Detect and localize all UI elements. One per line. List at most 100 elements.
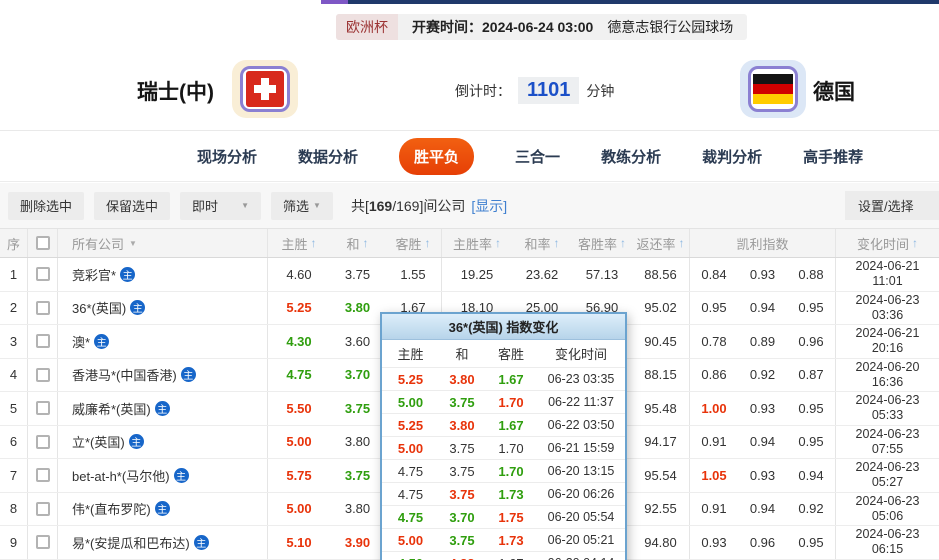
instant-dropdown[interactable]: 即时 ▼ bbox=[180, 192, 261, 220]
kelly-value: 0.87 bbox=[787, 359, 836, 392]
header-home-odds[interactable]: 主胜↑ bbox=[268, 229, 330, 257]
nav-tab[interactable]: 高手推荐 bbox=[803, 146, 863, 167]
popup-draw-odds: 3.75 bbox=[439, 533, 485, 548]
popup-home-odds: 4.50 bbox=[382, 556, 439, 560]
sort-asc-icon: ↑ bbox=[912, 236, 918, 250]
header-away-odds[interactable]: 客胜 ↑ bbox=[385, 229, 442, 257]
sort-asc-icon: ↑ bbox=[495, 236, 501, 250]
sort-asc-icon: ↑ bbox=[425, 236, 431, 250]
countdown-unit: 分钟 bbox=[586, 81, 614, 101]
popup-body: 5.253.801.6706-23 03:355.003.751.7006-22… bbox=[382, 367, 625, 560]
company-name: bet-at-h*(马尔他) bbox=[72, 466, 170, 485]
show-link[interactable]: [显示] bbox=[471, 196, 507, 216]
home-odds: 5.10 bbox=[268, 526, 330, 559]
row-checkbox[interactable] bbox=[36, 468, 50, 482]
chevron-down-icon: ▼ bbox=[241, 201, 249, 210]
chevron-down-icon: ▼ bbox=[313, 201, 321, 210]
popup-change-time: 06-23 03:35 bbox=[537, 372, 625, 386]
table-row[interactable]: 1竞彩官*主4.603.751.5519.2523.6257.1388.560.… bbox=[0, 258, 939, 292]
top-progress-purple bbox=[321, 0, 348, 4]
draw-odds: 3.80 bbox=[330, 292, 385, 325]
kelly-value: 0.94 bbox=[738, 426, 787, 459]
nav-tab[interactable]: 教练分析 bbox=[601, 146, 661, 167]
popup-home-odds: 5.00 bbox=[382, 533, 439, 548]
change-clock: 07:55 bbox=[872, 442, 903, 457]
company-name: 伟*(直布罗陀) bbox=[72, 499, 151, 518]
header-payout-label: 返还率 bbox=[636, 234, 675, 253]
nav-tab[interactable]: 现场分析 bbox=[197, 146, 257, 167]
header-home-label: 主胜 bbox=[281, 234, 307, 253]
nav-tab[interactable]: 裁判分析 bbox=[702, 146, 762, 167]
flag-frame bbox=[748, 66, 798, 112]
settings-button[interactable]: 设置/选择 bbox=[845, 191, 939, 220]
kelly-value: 0.91 bbox=[690, 493, 738, 526]
header-draw-odds[interactable]: 和↑ bbox=[330, 229, 385, 257]
row-checkbox[interactable] bbox=[36, 401, 50, 415]
sort-asc-icon: ↑ bbox=[554, 236, 560, 250]
popup-change-time: 06-21 15:59 bbox=[537, 441, 625, 455]
change-time: 2024-06-2305:33 bbox=[836, 392, 939, 425]
header-away-label: 客胜 bbox=[395, 234, 421, 253]
header-draw-rate-label: 和率 bbox=[524, 234, 550, 253]
row-checkbox[interactable] bbox=[36, 267, 50, 281]
header-company[interactable]: 所有公司 ▼ bbox=[58, 229, 268, 257]
kelly-value: 0.95 bbox=[787, 426, 836, 459]
home-odds: 4.60 bbox=[268, 258, 330, 291]
checkbox-cell bbox=[28, 392, 58, 425]
popup-home-odds: 5.00 bbox=[382, 395, 439, 410]
row-checkbox[interactable] bbox=[36, 368, 50, 382]
home-odds: 4.75 bbox=[268, 359, 330, 392]
switzerland-flag-icon bbox=[246, 71, 284, 107]
header-away-rate[interactable]: 客胜率↑ bbox=[572, 229, 632, 257]
row-index: 3 bbox=[0, 325, 28, 358]
header-kelly: 凯利指数 bbox=[690, 229, 836, 257]
main-company-badge-icon: 主 bbox=[94, 334, 109, 349]
header-payout-rate[interactable]: 返还率↑ bbox=[632, 229, 690, 257]
company-cell: 立*(英国)主 bbox=[58, 426, 268, 459]
change-date: 2024-06-23 bbox=[856, 460, 920, 475]
select-all-checkbox[interactable] bbox=[36, 236, 50, 250]
change-time: 2024-06-2016:36 bbox=[836, 359, 939, 392]
header-draw-rate[interactable]: 和率 ↑ bbox=[512, 229, 572, 257]
popup-change-time: 06-22 11:37 bbox=[537, 395, 625, 409]
row-index: 9 bbox=[0, 526, 28, 559]
popup-draw-odds: 4.33 bbox=[439, 556, 485, 560]
keep-selected-button[interactable]: 保留选中 bbox=[94, 192, 170, 220]
row-checkbox[interactable] bbox=[36, 334, 50, 348]
checkbox-cell bbox=[28, 258, 58, 291]
kelly-value: 0.92 bbox=[787, 493, 836, 526]
header-away-rate-label: 客胜率 bbox=[578, 234, 617, 253]
popup-home-odds: 4.75 bbox=[382, 487, 439, 502]
nav-tab[interactable]: 数据分析 bbox=[298, 146, 358, 167]
kelly-value: 0.95 bbox=[690, 292, 738, 325]
popup-row: 5.253.801.6706-22 03:50 bbox=[382, 413, 625, 436]
header-change-time[interactable]: 变化时间↑ bbox=[836, 229, 939, 257]
main-company-badge-icon: 主 bbox=[194, 535, 209, 550]
venue-name: 德意志银行公园球场 bbox=[597, 14, 747, 40]
change-time: 2024-06-2111:01 bbox=[836, 258, 939, 291]
popup-row: 4.753.751.7006-20 13:15 bbox=[382, 459, 625, 482]
popup-header-time: 变化时间 bbox=[537, 344, 625, 363]
header-home-rate[interactable]: 主胜率↑ bbox=[442, 229, 512, 257]
kelly-value: 0.94 bbox=[738, 292, 787, 325]
home-rate: 19.25 bbox=[442, 258, 512, 291]
company-name: 香港马*(中国香港) bbox=[72, 365, 177, 384]
row-checkbox[interactable] bbox=[36, 502, 50, 516]
checkbox-cell bbox=[28, 325, 58, 358]
delete-selected-button[interactable]: 删除选中 bbox=[8, 192, 84, 220]
row-checkbox[interactable] bbox=[36, 435, 50, 449]
main-company-badge-icon: 主 bbox=[130, 300, 145, 315]
checkbox-cell bbox=[28, 459, 58, 492]
company-cell: 香港马*(中国香港)主 bbox=[58, 359, 268, 392]
popup-change-time: 06-20 05:54 bbox=[537, 510, 625, 524]
nav-tab[interactable]: 三合一 bbox=[515, 146, 560, 167]
company-count-suffix: /169]间公司 bbox=[392, 198, 465, 214]
nav-tab[interactable]: 胜平负 bbox=[399, 138, 474, 175]
filter-dropdown[interactable]: 筛选 ▼ bbox=[271, 192, 333, 220]
row-checkbox[interactable] bbox=[36, 301, 50, 315]
popup-draw-odds: 3.75 bbox=[439, 395, 485, 410]
league-badge: 欧洲杯 bbox=[336, 14, 398, 40]
row-checkbox[interactable] bbox=[36, 535, 50, 549]
change-date: 2024-06-23 bbox=[856, 293, 920, 308]
payout-rate: 95.54 bbox=[632, 459, 690, 492]
